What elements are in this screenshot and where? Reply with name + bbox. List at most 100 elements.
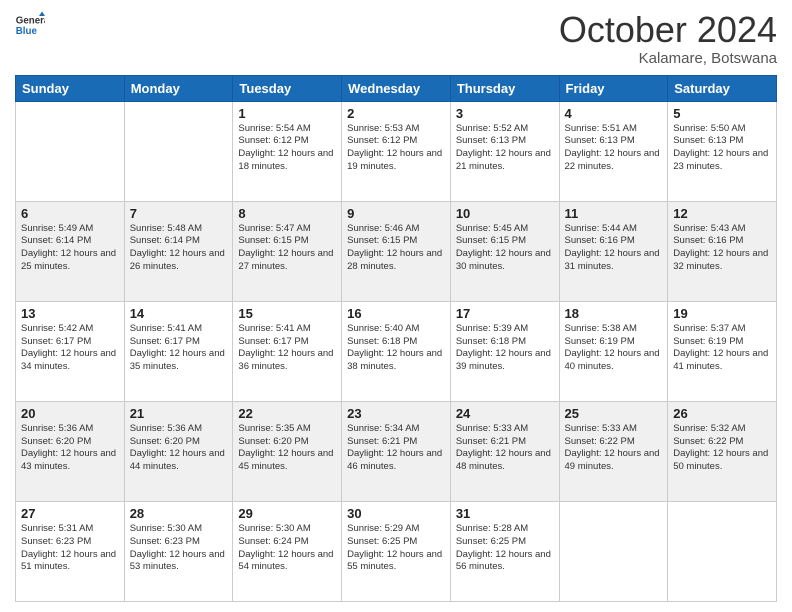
calendar-table: SundayMondayTuesdayWednesdayThursdayFrid… xyxy=(15,75,777,602)
day-info: Sunrise: 5:30 AM Sunset: 6:24 PM Dayligh… xyxy=(238,523,336,574)
day-number: 26 xyxy=(673,406,771,421)
day-info: Sunrise: 5:48 AM Sunset: 6:14 PM Dayligh… xyxy=(130,223,228,274)
day-number: 22 xyxy=(238,406,336,421)
day-number: 6 xyxy=(21,206,119,221)
day-number: 30 xyxy=(347,506,445,521)
day-number: 19 xyxy=(673,306,771,321)
day-info: Sunrise: 5:44 AM Sunset: 6:16 PM Dayligh… xyxy=(565,223,663,274)
logo: General Blue xyxy=(15,10,45,40)
day-info: Sunrise: 5:54 AM Sunset: 6:12 PM Dayligh… xyxy=(238,123,336,174)
calendar-cell: 15 Sunrise: 5:41 AM Sunset: 6:17 PM Dayli… xyxy=(233,301,342,401)
day-info: Sunrise: 5:28 AM Sunset: 6:25 PM Dayligh… xyxy=(456,523,554,574)
day-info: Sunrise: 5:47 AM Sunset: 6:15 PM Dayligh… xyxy=(238,223,336,274)
calendar-cell: 6Sunrise: 5:49 AM Sunset: 6:14 PM Daylig… xyxy=(16,201,125,301)
calendar-week-row: 1 Sunrise: 5:54 AM Sunset: 6:12 PM Daylig… xyxy=(16,101,777,201)
day-number: 27 xyxy=(21,506,119,521)
day-number: 15 xyxy=(238,306,336,321)
day-number: 31 xyxy=(456,506,554,521)
day-info: Sunrise: 5:52 AM Sunset: 6:13 PM Dayligh… xyxy=(456,123,554,174)
day-info: Sunrise: 5:46 AM Sunset: 6:15 PM Dayligh… xyxy=(347,223,445,274)
day-number: 29 xyxy=(238,506,336,521)
day-number: 14 xyxy=(130,306,228,321)
day-number: 25 xyxy=(565,406,663,421)
day-info: Sunrise: 5:45 AM Sunset: 6:15 PM Dayligh… xyxy=(456,223,554,274)
calendar-week-row: 13 Sunrise: 5:42 AM Sunset: 6:17 PM Dayli… xyxy=(16,301,777,401)
day-info: Sunrise: 5:37 AM Sunset: 6:19 PM Dayligh… xyxy=(673,323,771,374)
location: Kalamare, Botswana xyxy=(559,50,777,67)
calendar-cell: 23Sunrise: 5:34 AM Sunset: 6:21 PM Dayli… xyxy=(342,401,451,501)
day-number: 7 xyxy=(130,206,228,221)
calendar-cell: 30 Sunrise: 5:29 AM Sunset: 6:25 PM Dayli… xyxy=(342,501,451,601)
day-info: Sunrise: 5:41 AM Sunset: 6:17 PM Dayligh… xyxy=(238,323,336,374)
calendar-cell: 12Sunrise: 5:43 AM Sunset: 6:16 PM Dayli… xyxy=(668,201,777,301)
calendar-week-row: 6Sunrise: 5:49 AM Sunset: 6:14 PM Daylig… xyxy=(16,201,777,301)
calendar-cell xyxy=(559,501,668,601)
calendar-cell: 18 Sunrise: 5:38 AM Sunset: 6:19 PM Dayli… xyxy=(559,301,668,401)
day-number: 4 xyxy=(565,106,663,121)
weekday-header-saturday: Saturday xyxy=(668,75,777,101)
weekday-header-wednesday: Wednesday xyxy=(342,75,451,101)
day-info: Sunrise: 5:38 AM Sunset: 6:19 PM Dayligh… xyxy=(565,323,663,374)
weekday-header-sunday: Sunday xyxy=(16,75,125,101)
calendar-cell: 14Sunrise: 5:41 AM Sunset: 6:17 PM Dayli… xyxy=(124,301,233,401)
calendar-week-row: 27 Sunrise: 5:31 AM Sunset: 6:23 PM Dayli… xyxy=(16,501,777,601)
calendar-cell: 5 Sunrise: 5:50 AM Sunset: 6:13 PM Daylig… xyxy=(668,101,777,201)
day-info: Sunrise: 5:35 AM Sunset: 6:20 PM Dayligh… xyxy=(238,423,336,474)
calendar-cell: 11 Sunrise: 5:44 AM Sunset: 6:16 PM Dayli… xyxy=(559,201,668,301)
day-info: Sunrise: 5:50 AM Sunset: 6:13 PM Dayligh… xyxy=(673,123,771,174)
day-number: 24 xyxy=(456,406,554,421)
day-info: Sunrise: 5:29 AM Sunset: 6:25 PM Dayligh… xyxy=(347,523,445,574)
day-number: 17 xyxy=(456,306,554,321)
day-number: 10 xyxy=(456,206,554,221)
page: General Blue October 2024 Kalamare, Bots… xyxy=(0,0,792,612)
calendar-cell: 22 Sunrise: 5:35 AM Sunset: 6:20 PM Dayli… xyxy=(233,401,342,501)
day-info: Sunrise: 5:33 AM Sunset: 6:21 PM Dayligh… xyxy=(456,423,554,474)
day-info: Sunrise: 5:32 AM Sunset: 6:22 PM Dayligh… xyxy=(673,423,771,474)
day-number: 28 xyxy=(130,506,228,521)
calendar-cell xyxy=(124,101,233,201)
calendar-cell: 31 Sunrise: 5:28 AM Sunset: 6:25 PM Dayli… xyxy=(450,501,559,601)
calendar-header-row: SundayMondayTuesdayWednesdayThursdayFrid… xyxy=(16,75,777,101)
calendar-cell: 21Sunrise: 5:36 AM Sunset: 6:20 PM Dayli… xyxy=(124,401,233,501)
day-info: Sunrise: 5:42 AM Sunset: 6:17 PM Dayligh… xyxy=(21,323,119,374)
calendar-cell: 3 Sunrise: 5:52 AM Sunset: 6:13 PM Daylig… xyxy=(450,101,559,201)
calendar-cell: 4 Sunrise: 5:51 AM Sunset: 6:13 PM Daylig… xyxy=(559,101,668,201)
day-number: 11 xyxy=(565,206,663,221)
calendar-week-row: 20Sunrise: 5:36 AM Sunset: 6:20 PM Dayli… xyxy=(16,401,777,501)
calendar-cell: 26 Sunrise: 5:32 AM Sunset: 6:22 PM Dayli… xyxy=(668,401,777,501)
day-number: 1 xyxy=(238,106,336,121)
day-info: Sunrise: 5:51 AM Sunset: 6:13 PM Dayligh… xyxy=(565,123,663,174)
calendar-cell: 20Sunrise: 5:36 AM Sunset: 6:20 PM Dayli… xyxy=(16,401,125,501)
calendar-cell: 19 Sunrise: 5:37 AM Sunset: 6:19 PM Dayli… xyxy=(668,301,777,401)
day-number: 2 xyxy=(347,106,445,121)
weekday-header-tuesday: Tuesday xyxy=(233,75,342,101)
calendar-cell xyxy=(16,101,125,201)
day-info: Sunrise: 5:39 AM Sunset: 6:18 PM Dayligh… xyxy=(456,323,554,374)
day-info: Sunrise: 5:31 AM Sunset: 6:23 PM Dayligh… xyxy=(21,523,119,574)
weekday-header-friday: Friday xyxy=(559,75,668,101)
weekday-header-monday: Monday xyxy=(124,75,233,101)
day-info: Sunrise: 5:43 AM Sunset: 6:16 PM Dayligh… xyxy=(673,223,771,274)
calendar-cell: 29 Sunrise: 5:30 AM Sunset: 6:24 PM Dayli… xyxy=(233,501,342,601)
calendar-cell xyxy=(668,501,777,601)
day-number: 5 xyxy=(673,106,771,121)
header: General Blue October 2024 Kalamare, Bots… xyxy=(15,10,777,67)
calendar-cell: 1 Sunrise: 5:54 AM Sunset: 6:12 PM Daylig… xyxy=(233,101,342,201)
calendar-cell: 24 Sunrise: 5:33 AM Sunset: 6:21 PM Dayli… xyxy=(450,401,559,501)
calendar-cell: 8Sunrise: 5:47 AM Sunset: 6:15 PM Daylig… xyxy=(233,201,342,301)
day-info: Sunrise: 5:34 AM Sunset: 6:21 PM Dayligh… xyxy=(347,423,445,474)
calendar-cell: 10 Sunrise: 5:45 AM Sunset: 6:15 PM Dayli… xyxy=(450,201,559,301)
svg-text:General: General xyxy=(16,16,45,27)
calendar-cell: 2Sunrise: 5:53 AM Sunset: 6:12 PM Daylig… xyxy=(342,101,451,201)
calendar-cell: 17 Sunrise: 5:39 AM Sunset: 6:18 PM Dayli… xyxy=(450,301,559,401)
weekday-header-thursday: Thursday xyxy=(450,75,559,101)
calendar-cell: 28 Sunrise: 5:30 AM Sunset: 6:23 PM Dayli… xyxy=(124,501,233,601)
calendar-cell: 25 Sunrise: 5:33 AM Sunset: 6:22 PM Dayli… xyxy=(559,401,668,501)
day-info: Sunrise: 5:33 AM Sunset: 6:22 PM Dayligh… xyxy=(565,423,663,474)
day-info: Sunrise: 5:30 AM Sunset: 6:23 PM Dayligh… xyxy=(130,523,228,574)
calendar-cell: 27 Sunrise: 5:31 AM Sunset: 6:23 PM Dayli… xyxy=(16,501,125,601)
day-number: 3 xyxy=(456,106,554,121)
day-number: 18 xyxy=(565,306,663,321)
day-number: 13 xyxy=(21,306,119,321)
calendar-cell: 16Sunrise: 5:40 AM Sunset: 6:18 PM Dayli… xyxy=(342,301,451,401)
